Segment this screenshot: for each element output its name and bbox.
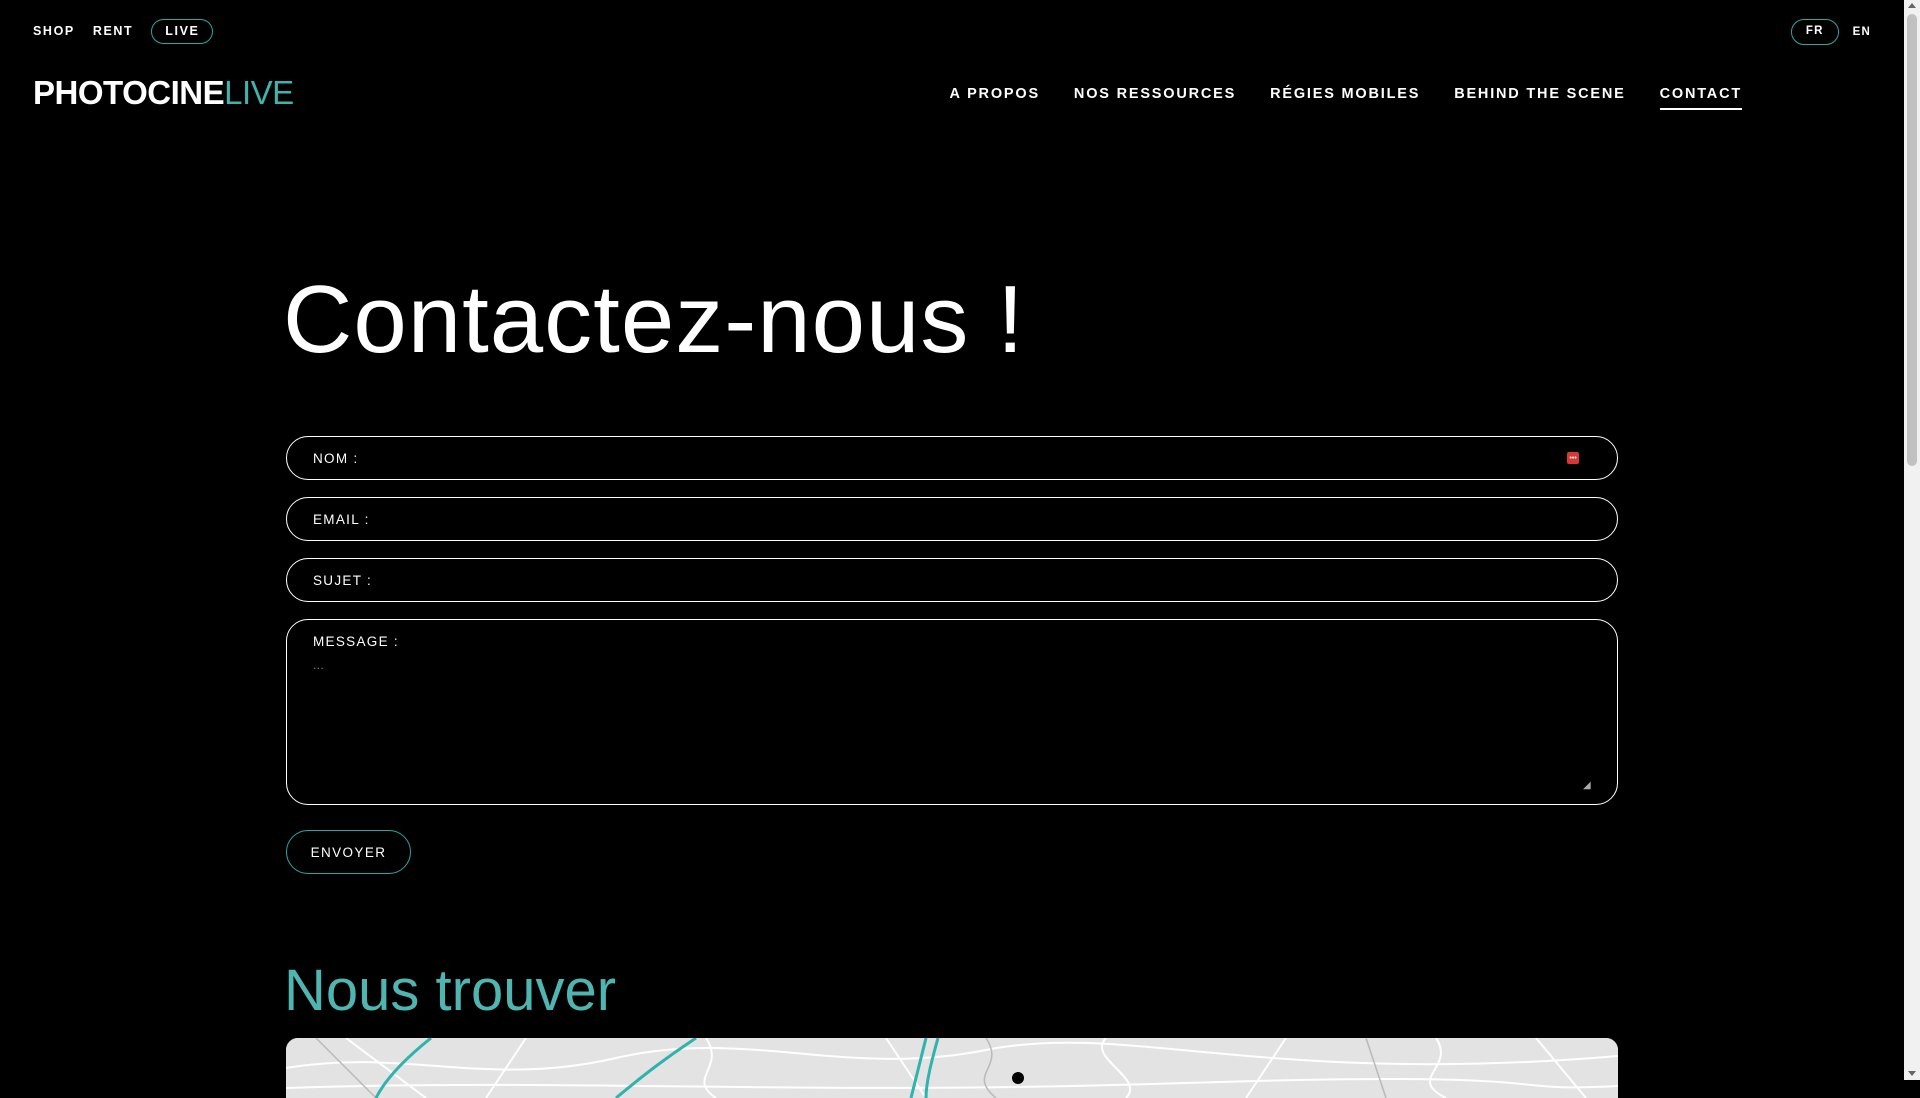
subject-label: SUJET : bbox=[313, 572, 373, 588]
nav-item-a-propos[interactable]: A PROPOS bbox=[950, 86, 1040, 110]
map-streets-graphic bbox=[286, 1038, 1618, 1098]
main-nav: A PROPOS NOS RESSOURCES RÉGIES MOBILES B… bbox=[950, 86, 1742, 110]
map-embed[interactable] bbox=[286, 1038, 1618, 1098]
lang-fr[interactable]: FR bbox=[1790, 19, 1839, 45]
site-logo[interactable]: PHOTOCINELIVE bbox=[33, 76, 294, 109]
message-textarea[interactable] bbox=[313, 657, 1591, 777]
name-input[interactable] bbox=[366, 449, 1617, 467]
email-input[interactable] bbox=[377, 510, 1617, 528]
nav-item-nos-ressources[interactable]: NOS RESSOURCES bbox=[1074, 86, 1236, 110]
map-section-title: Nous trouver bbox=[284, 958, 617, 1023]
rent-link[interactable]: RENT bbox=[93, 24, 133, 38]
page-title: Contactez-nous ! bbox=[283, 266, 1025, 373]
logo-part-live: LIVE bbox=[224, 74, 294, 111]
send-button[interactable]: ENVOYER bbox=[286, 830, 411, 874]
message-label: MESSAGE : bbox=[313, 634, 399, 649]
autofill-icon[interactable]: ••• bbox=[1567, 452, 1579, 464]
logo-part-photocine: PHOTOCINE bbox=[33, 74, 225, 111]
live-link[interactable]: LIVE bbox=[151, 19, 214, 44]
language-switcher: FR EN bbox=[1790, 19, 1871, 45]
nav-item-contact[interactable]: CONTACT bbox=[1659, 86, 1742, 110]
nav-item-behind-the-scene[interactable]: BEHIND THE SCENE bbox=[1454, 86, 1625, 110]
contact-page: SHOP RENT LIVE FR EN PHOTOCINELIVE A PRO… bbox=[0, 0, 1904, 1098]
email-field[interactable]: EMAIL : bbox=[286, 497, 1618, 541]
nav-item-regies-mobiles[interactable]: RÉGIES MOBILES bbox=[1270, 86, 1420, 110]
page-scrollbar[interactable] bbox=[1904, 0, 1920, 1080]
name-field[interactable]: NOM : ••• bbox=[286, 436, 1618, 480]
subject-field[interactable]: SUJET : bbox=[286, 558, 1618, 602]
lang-en[interactable]: EN bbox=[1853, 26, 1871, 38]
email-label: EMAIL : bbox=[313, 511, 370, 527]
scrollbar-thumb[interactable] bbox=[1907, 14, 1917, 466]
shop-link[interactable]: SHOP bbox=[33, 24, 75, 38]
top-utility-links: SHOP RENT LIVE bbox=[33, 19, 214, 44]
resize-handle-icon[interactable]: ◢ bbox=[1583, 781, 1591, 791]
name-label: NOM : bbox=[313, 450, 359, 466]
subject-input[interactable] bbox=[380, 571, 1617, 589]
scroll-up-arrow-icon[interactable] bbox=[1908, 3, 1916, 8]
message-field[interactable]: MESSAGE : ◢ bbox=[286, 619, 1618, 805]
scroll-down-arrow-icon[interactable] bbox=[1908, 1071, 1916, 1076]
